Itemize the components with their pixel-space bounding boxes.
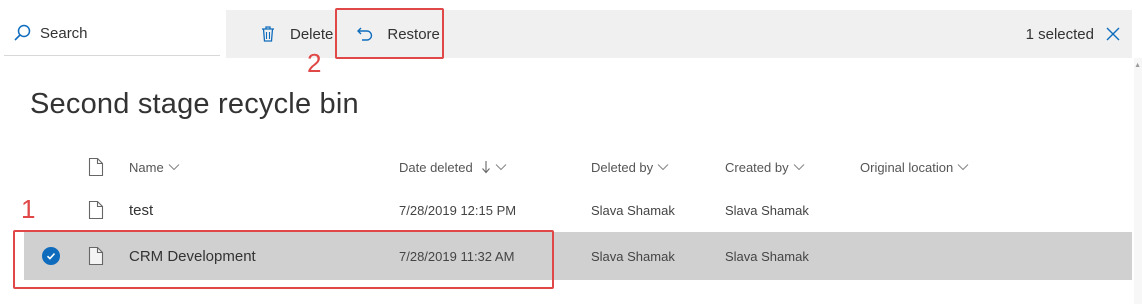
delete-label: Delete <box>290 25 334 43</box>
file-icon <box>88 200 104 220</box>
row-name[interactable]: test <box>129 202 153 219</box>
column-header-date-deleted[interactable]: Date deleted <box>399 160 507 175</box>
row-deleted-by: Slava Shamak <box>591 202 675 218</box>
sort-descending-icon <box>481 160 491 174</box>
file-type-header-icon[interactable] <box>88 157 104 177</box>
search-icon <box>12 22 34 44</box>
search-box[interactable]: Search <box>0 10 226 56</box>
column-date-label: Date deleted <box>399 159 473 175</box>
column-deleted-by-label: Deleted by <box>591 159 654 175</box>
column-header-deleted-by[interactable]: Deleted by <box>591 160 669 175</box>
chevron-down-icon <box>657 163 669 171</box>
trash-icon <box>258 24 278 44</box>
vertical-scrollbar[interactable] <box>1134 58 1142 304</box>
clear-selection-icon[interactable] <box>1104 25 1122 43</box>
search-underline <box>4 55 220 56</box>
column-header-created-by[interactable]: Created by <box>725 160 805 175</box>
row-date-deleted: 7/28/2019 12:15 PM <box>399 202 517 218</box>
column-created-by-label: Created by <box>725 159 789 175</box>
annotation-box-restore <box>335 8 444 59</box>
search-label: Search <box>40 24 88 42</box>
list-header: Name Date deleted Deleted by Created by … <box>24 146 1132 188</box>
column-header-name[interactable]: Name <box>129 160 180 175</box>
scroll-up-icon[interactable]: ▲ <box>1134 62 1141 69</box>
annotation-box-row <box>13 230 554 289</box>
row-created-by: Slava Shamak <box>725 202 809 218</box>
column-name-label: Name <box>129 159 164 175</box>
table-row[interactable]: test 7/28/2019 12:15 PM Slava Shamak Sla… <box>24 188 1132 232</box>
row-deleted-by: Slava Shamak <box>591 248 675 264</box>
selection-status: 1 selected <box>1026 10 1122 58</box>
column-header-original-location[interactable]: Original location <box>860 160 969 175</box>
selected-count: 1 selected <box>1025 25 1094 43</box>
column-original-location-label: Original location <box>860 159 954 175</box>
chevron-down-icon <box>168 163 180 171</box>
chevron-down-icon <box>793 163 805 171</box>
page-title: Second stage recycle bin <box>30 88 359 120</box>
chevron-down-icon <box>957 163 969 171</box>
chevron-down-icon <box>495 163 507 171</box>
annotation-step-1: 1 <box>21 194 36 224</box>
row-created-by: Slava Shamak <box>725 248 809 264</box>
delete-button[interactable]: Delete <box>246 10 345 58</box>
annotation-step-2: 2 <box>307 48 322 78</box>
